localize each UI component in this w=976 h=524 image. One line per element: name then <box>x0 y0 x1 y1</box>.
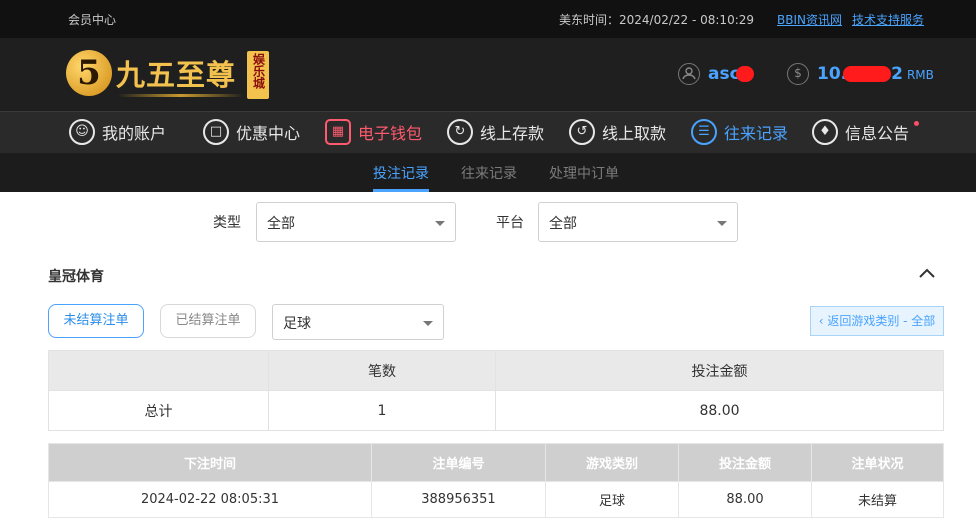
type-label: 类型 <box>213 215 241 231</box>
summary-header-cell: 投注金额 <box>495 350 944 391</box>
nav-label: 线上取款 <box>602 124 667 143</box>
tech-support-link[interactable]: 技术支持服务 <box>852 13 924 27</box>
tab-label: 往来记录 <box>461 166 517 182</box>
user-icon: ☺ <box>69 119 95 145</box>
logo-ornament <box>118 94 244 97</box>
bet-time-cell: 2024-02-22 08:05:31 <box>48 481 372 518</box>
type-select-value: 全部 <box>267 216 295 232</box>
detail-header-row: 下注时间 注单编号 游戏类别 投注金额 注单状况 <box>48 443 944 482</box>
tab-pending-orders[interactable]: 处理中订单 <box>549 163 619 183</box>
summary-table: 笔数 投注金额 总计 1 88.00 <box>48 350 944 431</box>
logo-name: 九五至尊 <box>116 58 237 92</box>
redaction-mark <box>735 66 754 82</box>
logo-badge: 娱乐城 <box>247 51 269 99</box>
nav-e-wallet[interactable]: ▦ 电子钱包 <box>325 119 422 147</box>
top-links: BBIN资讯网 技术支持服务 <box>777 11 934 28</box>
account-balance: $10. 2 RMB <box>787 63 934 85</box>
bell-icon: ♦ <box>812 119 838 145</box>
nav-label: 优惠中心 <box>236 124 301 143</box>
nav-promotions[interactable]: □ 优惠中心 <box>203 119 300 147</box>
summary-header-cell: 笔数 <box>268 350 496 391</box>
nav-online-deposit[interactable]: ↻ 线上存款 <box>447 119 544 147</box>
nav-online-withdraw[interactable]: ↺ 线上取款 <box>569 119 666 147</box>
wallet-icon: ▦ <box>325 119 351 145</box>
member-center-label: 会员中心 <box>68 13 117 27</box>
detail-header-cell: 游戏类别 <box>545 443 679 482</box>
tab-bet-records[interactable]: 投注记录 <box>373 163 429 192</box>
redaction-mark <box>843 66 892 82</box>
section-title: 皇冠体育 <box>48 269 104 285</box>
active-tab-indicator <box>373 189 429 192</box>
user-icon <box>678 63 700 85</box>
summary-cell: 88.00 <box>495 390 944 431</box>
nav-announcements[interactable]: ♦ 信息公告 <box>812 119 920 147</box>
summary-cell: 1 <box>268 390 496 431</box>
logo-emblem: 5 <box>66 50 112 96</box>
bet-status-cell: 未结算 <box>811 481 944 518</box>
tab-label: 投注记录 <box>373 166 429 182</box>
unsettled-bets-button[interactable]: 未结算注单 <box>48 304 144 338</box>
back-to-game-category-button[interactable]: ‹ 返回游戏类别 - 全部 <box>810 306 944 336</box>
platform-select[interactable]: 全部 <box>538 202 738 242</box>
collapse-chevron-up-icon[interactable] <box>917 264 937 284</box>
nav-label: 我的账户 <box>102 124 167 143</box>
summary-cell: 总计 <box>48 390 269 431</box>
chevron-down-icon <box>435 221 445 226</box>
platform-select-value: 全部 <box>549 216 577 232</box>
type-select[interactable]: 全部 <box>256 202 456 242</box>
chevron-down-icon <box>717 221 727 226</box>
platform-label: 平台 <box>496 215 524 231</box>
us-east-time: 美东时间：2024/02/22 - 08:10:29 <box>559 13 755 27</box>
sub-tabs: 投注记录 往来记录 处理中订单 <box>0 153 976 192</box>
bet-id-cell: 388956351 <box>371 481 546 518</box>
deposit-icon: ↻ <box>447 119 473 145</box>
tab-label: 处理中订单 <box>549 166 619 182</box>
sport-select[interactable]: 足球 <box>272 304 444 340</box>
dollar-icon: $ <box>787 63 809 85</box>
bet-amount-cell: 88.00 <box>678 481 812 518</box>
bet-detail-table: 下注时间 注单编号 游戏类别 投注金额 注单状况 2024-02-22 08:0… <box>48 443 944 518</box>
records-icon: ☰ <box>691 119 717 145</box>
table-row[interactable]: 2024-02-22 08:05:31 388956351 足球 88.00 未… <box>48 481 944 518</box>
nav-label: 信息公告 <box>845 124 910 143</box>
user-account[interactable]: asc <box>678 63 754 85</box>
settled-bets-button[interactable]: 已结算注单 <box>160 304 256 338</box>
top-bar: 会员中心 美东时间：2024/02/22 - 08:10:29 BBIN资讯网技… <box>0 0 976 38</box>
currency-label: RMB <box>906 68 934 82</box>
nav-label: 电子钱包 <box>358 124 423 143</box>
summary-header-cell <box>48 350 269 391</box>
notification-dot <box>914 121 920 126</box>
header: 5 九五至尊 娱乐城 asc $10. 2 RMB <box>0 38 976 111</box>
nav-label: 线上存款 <box>480 124 545 143</box>
detail-header-cell: 注单编号 <box>371 443 546 482</box>
withdraw-icon: ↺ <box>569 119 595 145</box>
chevron-down-icon <box>423 321 433 326</box>
detail-header-cell: 投注金额 <box>678 443 812 482</box>
nav-transaction-records[interactable]: ☰ 往来记录 <box>691 119 788 147</box>
detail-header-cell: 注单状况 <box>811 443 944 482</box>
bbin-news-link[interactable]: BBIN资讯网 <box>777 13 842 27</box>
site-logo[interactable]: 5 九五至尊 娱乐城 <box>66 47 271 103</box>
summary-row: 总计 1 88.00 <box>48 390 944 431</box>
detail-header-cell: 下注时间 <box>48 443 372 482</box>
tab-transaction-records[interactable]: 往来记录 <box>461 163 517 183</box>
main-nav: ☺ 我的账户 □ 优惠中心 ▦ 电子钱包 ↻ 线上存款 ↺ 线上取款 ☰ 往来记录 ♦ 信息公… <box>0 111 976 153</box>
game-category-cell: 足球 <box>545 481 679 518</box>
summary-header-row: 笔数 投注金额 <box>48 350 944 391</box>
username: asc <box>708 64 740 84</box>
balance-tail: 2 <box>891 64 903 84</box>
nav-my-account[interactable]: ☺ 我的账户 <box>69 119 166 147</box>
nav-label: 往来记录 <box>724 124 789 143</box>
gift-icon: □ <box>203 119 229 145</box>
sport-select-value: 足球 <box>283 316 311 332</box>
